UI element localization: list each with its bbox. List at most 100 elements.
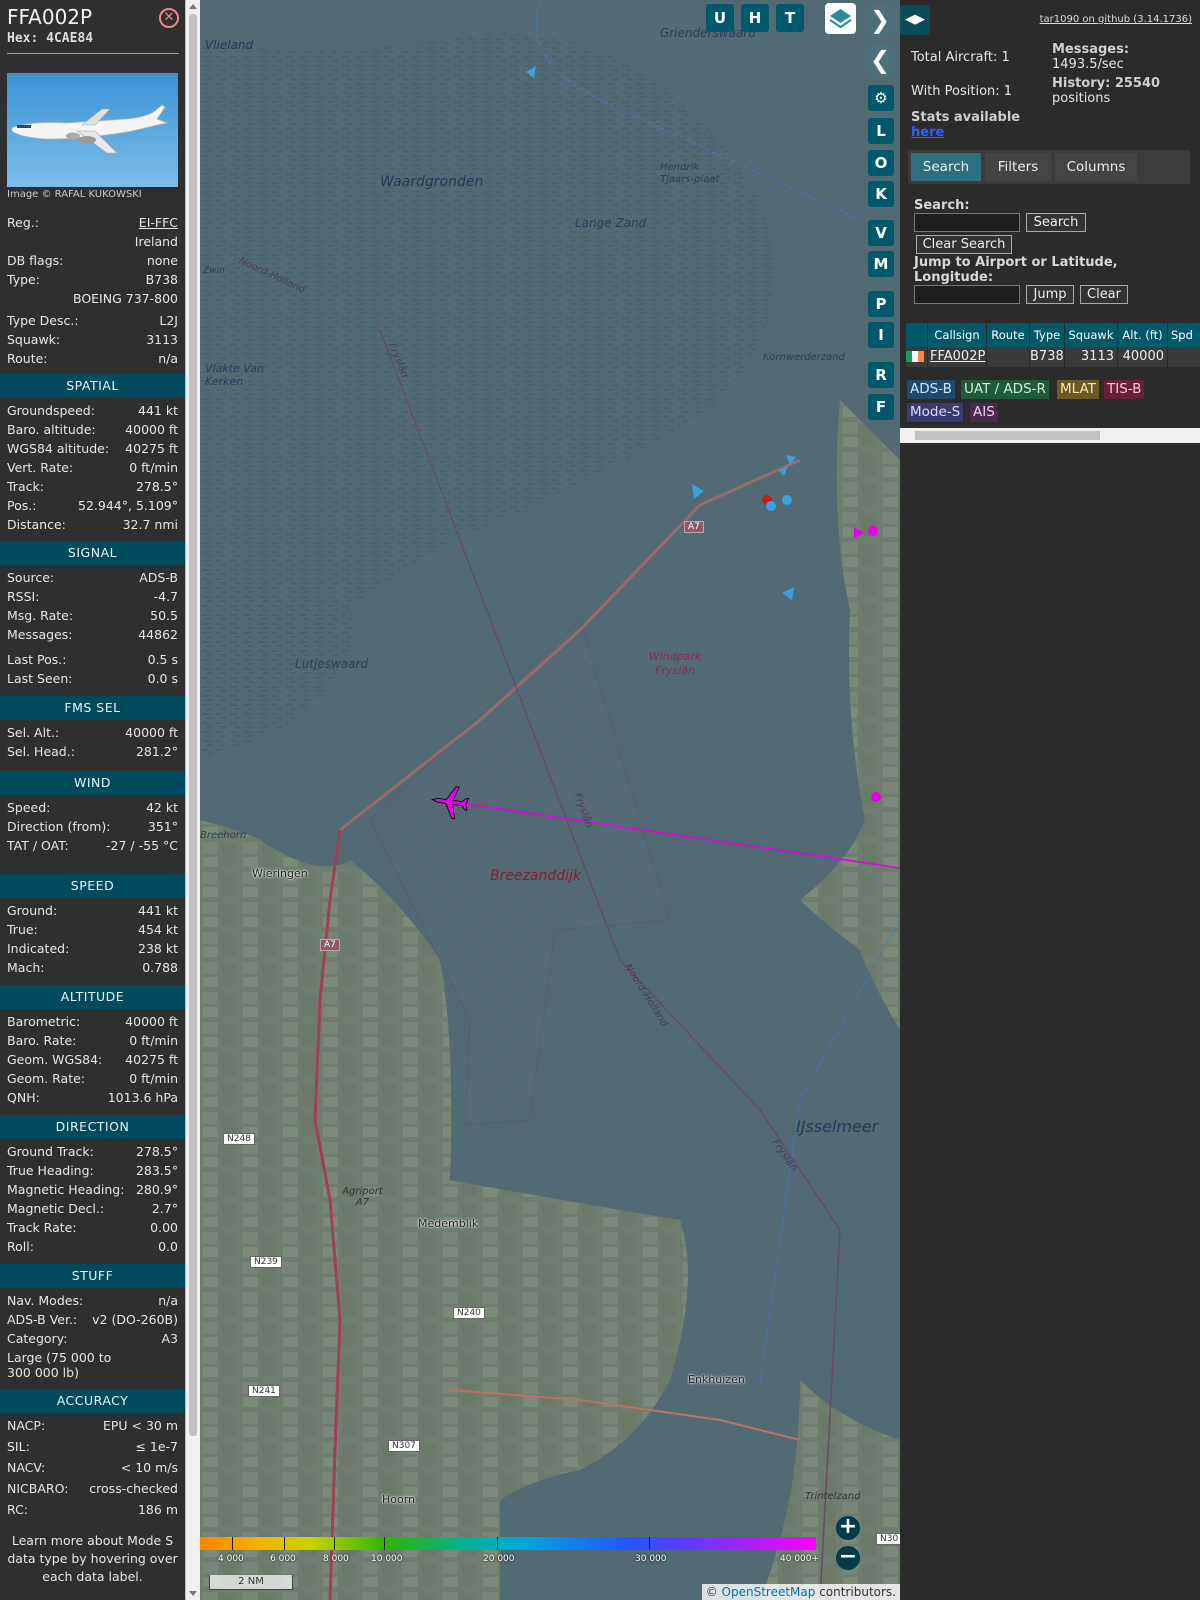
info-row-label[interactable]: Nav. Modes:: [7, 1293, 83, 1308]
expand-right-icon[interactable]: ❯: [865, 4, 895, 38]
info-row-label[interactable]: Sel. Head.:: [7, 744, 75, 759]
aircraft-photo[interactable]: [7, 73, 178, 187]
badge-ais[interactable]: AIS: [970, 403, 998, 422]
map-button-p[interactable]: P: [868, 291, 894, 317]
row-callsign[interactable]: FFA002P: [928, 347, 986, 367]
map-button-u[interactable]: U: [706, 4, 734, 32]
info-row-label[interactable]: Baro. altitude:: [7, 422, 96, 437]
info-row-label[interactable]: Geom. Rate:: [7, 1071, 85, 1086]
info-row-label[interactable]: Magnetic Heading:: [7, 1182, 124, 1197]
jump-input[interactable]: [914, 285, 1020, 304]
map-button-r[interactable]: R: [868, 362, 894, 388]
info-row-label[interactable]: NACV:: [7, 1460, 45, 1475]
row-spd[interactable]: [1168, 347, 1200, 367]
info-row-label[interactable]: Groundspeed:: [7, 403, 95, 418]
info-row-label[interactable]: WGS84 altitude:: [7, 441, 109, 456]
clear-button[interactable]: Clear: [1080, 285, 1128, 304]
info-row-label[interactable]: Category:: [7, 1331, 67, 1346]
col-callsign-header[interactable]: Callsign: [928, 323, 986, 347]
close-icon[interactable]: ✕: [159, 8, 179, 28]
info-row-label[interactable]: True Heading:: [7, 1163, 94, 1178]
scroll-up-icon[interactable]: [189, 4, 197, 9]
row-squawk[interactable]: 3113: [1065, 347, 1117, 367]
info-panel-scrollbar[interactable]: [185, 0, 200, 1600]
info-row-label[interactable]: Baro. Rate:: [7, 1033, 76, 1048]
info-row-label[interactable]: Speed:: [7, 800, 50, 815]
scroll-down-icon[interactable]: [189, 1591, 197, 1596]
github-link[interactable]: tar1090 on github (3.14.1736): [1040, 14, 1192, 25]
info-row-label[interactable]: TAT / OAT:: [7, 838, 69, 853]
badge-uat[interactable]: UAT / ADS-R: [961, 380, 1049, 399]
info-row-label[interactable]: Roll:: [7, 1239, 34, 1254]
info-row-label[interactable]: Magnetic Decl.:: [7, 1201, 104, 1216]
info-row-label[interactable]: Last Seen:: [7, 671, 72, 686]
row-type[interactable]: B738: [1030, 347, 1064, 367]
col-type-header[interactable]: Type: [1030, 323, 1064, 347]
badge-adsb[interactable]: ADS-B: [907, 380, 955, 399]
scrollbar-thumb[interactable]: [189, 14, 197, 1436]
table-horizontal-scrollbar[interactable]: [900, 428, 1200, 443]
toggle-sidebar-icon[interactable]: ◀▶: [900, 5, 930, 35]
map-button-f[interactable]: F: [868, 394, 894, 420]
search-input[interactable]: [914, 213, 1020, 232]
stats-link[interactable]: here: [911, 125, 944, 140]
info-row-label[interactable]: Mach:: [7, 960, 44, 975]
aircraft-icon[interactable]: [428, 780, 472, 824]
row-alt[interactable]: 40000: [1118, 347, 1167, 367]
info-row-label[interactable]: NACP:: [7, 1418, 45, 1433]
map-button-i[interactable]: I: [868, 322, 894, 348]
info-row-label[interactable]: Messages:: [7, 627, 73, 642]
map-button-m[interactable]: M: [868, 251, 894, 277]
search-button[interactable]: Search: [1026, 213, 1086, 232]
info-row-label[interactable]: Track:: [7, 479, 44, 494]
info-row-label[interactable]: ADS-B Ver.:: [7, 1312, 77, 1327]
info-row-label[interactable]: Last Pos.:: [7, 652, 66, 667]
info-row-label[interactable]: Large (75 000 to 300 000 lb): [7, 1350, 127, 1380]
badge-modes[interactable]: Mode-S: [907, 403, 964, 422]
info-row-label[interactable]: Ground Track:: [7, 1144, 94, 1159]
map-button-l[interactable]: L: [868, 118, 894, 144]
tab-search[interactable]: Search: [911, 153, 981, 181]
info-row-label[interactable]: Indicated:: [7, 941, 69, 956]
info-row-label[interactable]: Barometric:: [7, 1014, 80, 1029]
info-row-label[interactable]: Vert. Rate:: [7, 460, 73, 475]
info-row-label[interactable]: SIL:: [7, 1439, 30, 1454]
info-row-label[interactable]: Direction (from):: [7, 819, 111, 834]
col-alt-header[interactable]: Alt. (ft): [1118, 323, 1167, 347]
row-route[interactable]: [987, 347, 1029, 367]
info-row-label[interactable]: Msg. Rate:: [7, 608, 73, 623]
info-row-label[interactable]: RSSI:: [7, 589, 39, 604]
zoom-out-button[interactable]: −: [836, 1546, 860, 1570]
info-row-label[interactable]: Ground:: [7, 903, 57, 918]
jump-button[interactable]: Jump: [1026, 285, 1074, 304]
info-row-label[interactable]: NICBARO:: [7, 1481, 68, 1496]
openstreetmap-link[interactable]: OpenStreetMap: [722, 1585, 816, 1599]
map-button-t[interactable]: T: [776, 4, 804, 32]
info-row-label[interactable]: Geom. WGS84:: [7, 1052, 102, 1067]
map-button-k[interactable]: K: [868, 181, 894, 207]
info-row-label[interactable]: QNH:: [7, 1090, 40, 1105]
zoom-in-button[interactable]: +: [836, 1516, 860, 1540]
col-spd-header[interactable]: Spd: [1168, 323, 1200, 347]
col-flag-header[interactable]: [906, 323, 927, 347]
map-button-h[interactable]: H: [741, 4, 769, 32]
collapse-left-icon[interactable]: ❮: [865, 44, 895, 78]
clear-search-button[interactable]: Clear Search: [916, 235, 1012, 254]
badge-tisb[interactable]: TIS-B: [1104, 380, 1145, 399]
map[interactable]: Vlieland Griendersw​aard Waardgronden La…: [200, 0, 900, 1600]
map-button-v[interactable]: V: [868, 220, 894, 246]
scrollbar-thumb[interactable]: [915, 431, 1100, 440]
info-row-label[interactable]: Pos.:: [7, 498, 36, 513]
map-button-o[interactable]: O: [868, 150, 894, 176]
tab-columns[interactable]: Columns: [1055, 153, 1137, 181]
info-row-label[interactable]: Sel. Alt.:: [7, 725, 59, 740]
info-row-label[interactable]: Source:: [7, 570, 54, 585]
settings-gear-icon[interactable]: ⚙: [868, 85, 894, 111]
col-squawk-header[interactable]: Squawk: [1065, 323, 1117, 347]
badge-mlat[interactable]: MLAT: [1057, 380, 1099, 399]
info-row-label[interactable]: RC:: [7, 1502, 28, 1517]
info-row-label[interactable]: Track Rate:: [7, 1220, 77, 1235]
layers-icon[interactable]: [825, 3, 856, 34]
col-route-header[interactable]: Route: [987, 323, 1029, 347]
info-row-label[interactable]: True:: [7, 922, 38, 937]
